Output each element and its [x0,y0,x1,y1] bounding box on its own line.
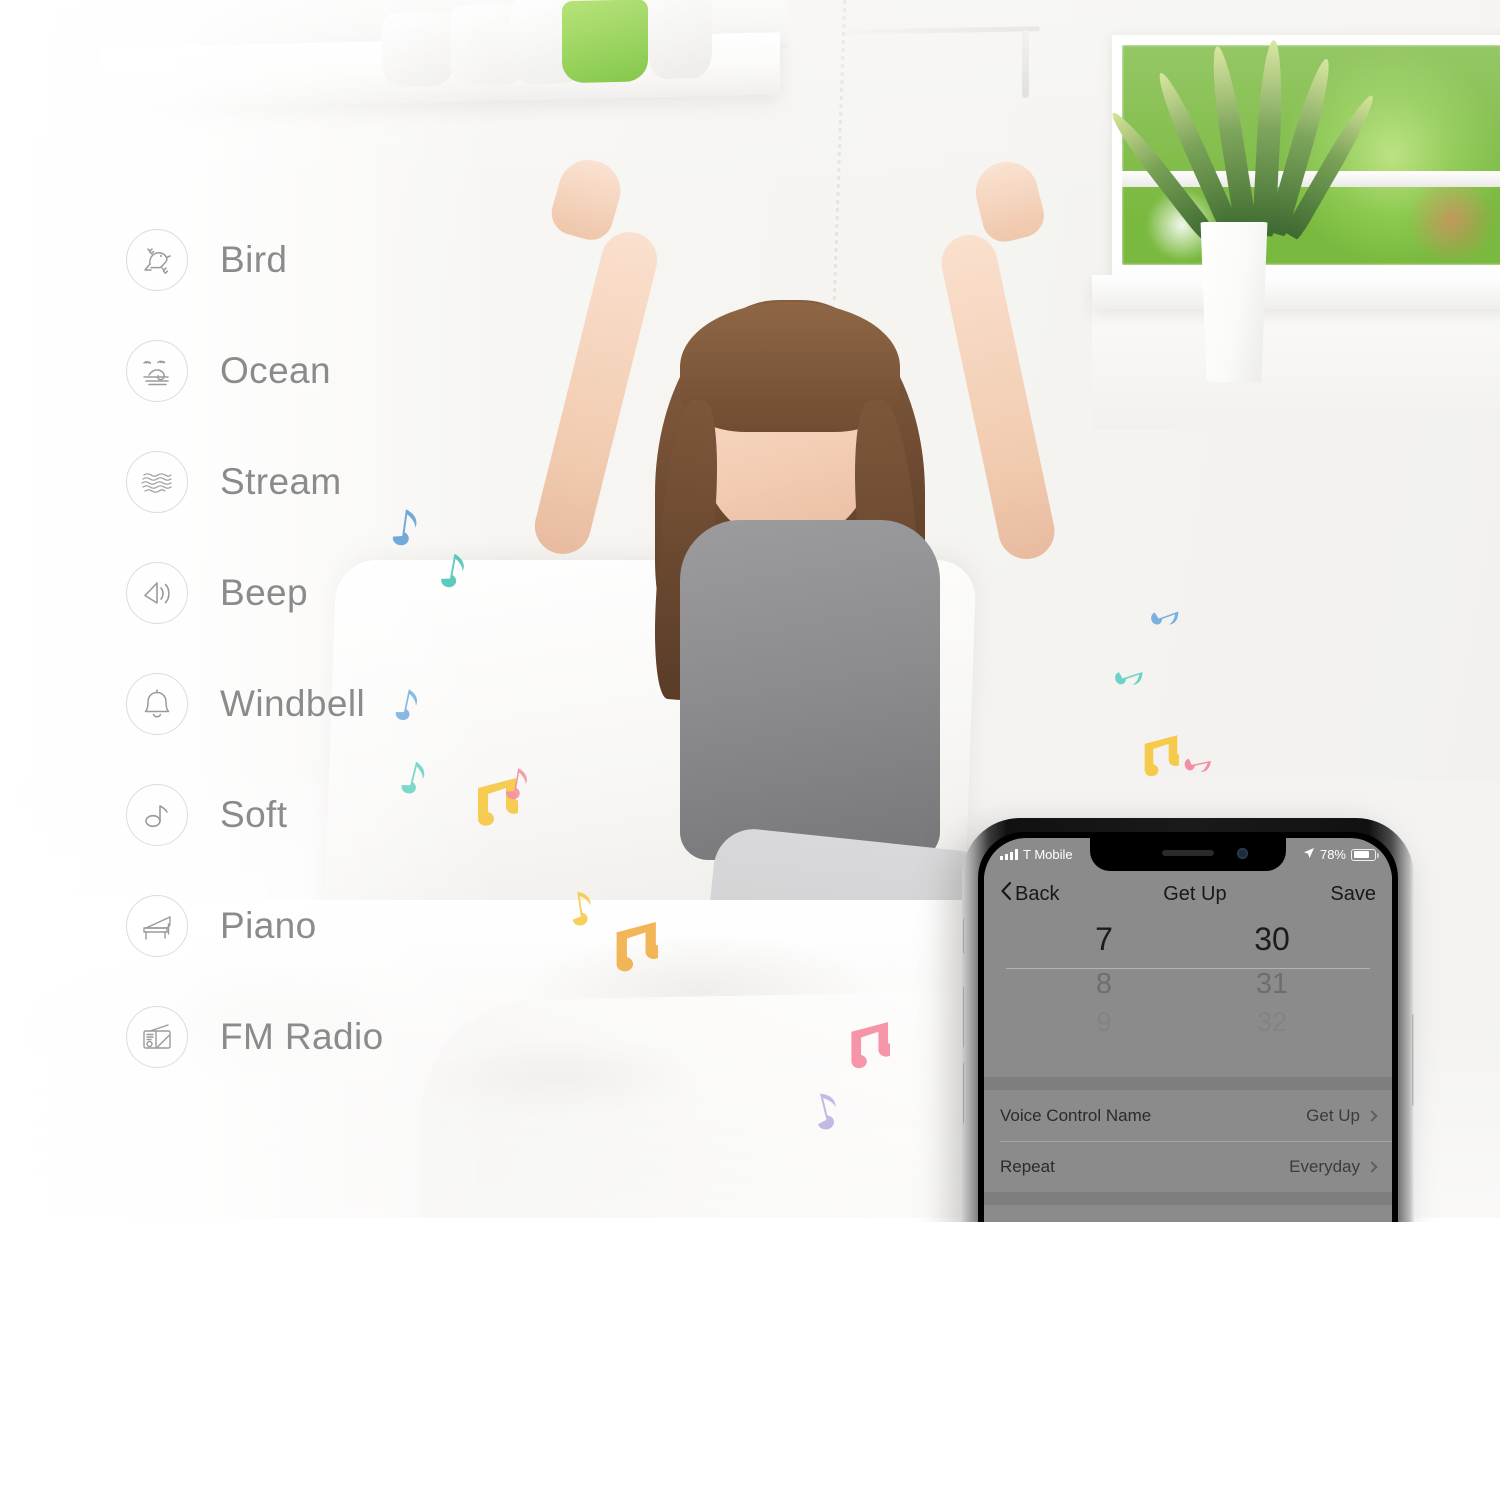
shelf-green-cup [562,0,648,84]
sound-item-label: Windbell [220,682,366,724]
row-value: Get Up [1306,1105,1360,1125]
ocean-icon [126,339,188,402]
wheel-selection-line [1006,968,1370,969]
chevron-right-icon [1366,1160,1378,1173]
signal-bars-icon [1000,849,1018,860]
music-note-icon [126,783,188,846]
hour-next: 8 [1095,968,1113,1000]
music-note-icon [1178,748,1214,780]
music-note-icon [810,1092,840,1136]
double-music-note-icon [1131,735,1179,787]
row-voice-control-name[interactable]: Voice Control Name Get Up [984,1090,1392,1141]
double-music-note-icon [600,922,658,984]
torso [680,520,940,860]
sound-item-label: Beep [220,571,309,613]
cord-holder [1022,30,1029,98]
right-arm [936,229,1060,565]
section-spacer [984,1077,1392,1090]
volume-up-button[interactable] [962,986,964,1048]
radio-icon [126,1005,188,1068]
section-spacer [984,1192,1392,1205]
sound-item-label: Ocean [220,349,332,391]
carrier-label: T Mobile [1023,847,1073,862]
volume-down-button[interactable] [962,1062,964,1124]
battery-percent-label: 78% [1319,847,1346,862]
sound-item-label: Soft [220,793,288,835]
plant-pot [1200,222,1268,382]
product-feature-image: Bird Ocean Stream Beep Windbell Soft Pia… [0,0,1500,1500]
status-bar: T Mobile 78% [984,838,1392,871]
double-music-note-icon [836,1022,890,1080]
music-note-icon [566,890,594,932]
sound-item-windbell: Windbell [126,648,546,759]
minute-selected: 30 [1254,921,1290,957]
window-glass [1122,45,1500,265]
sound-item-ocean: Ocean [126,315,546,426]
speaker-beep-icon [126,561,188,624]
back-label: Back [1015,882,1060,905]
music-note-icon [1107,660,1147,694]
power-button[interactable] [1412,1014,1414,1106]
sound-item-label: Stream [220,460,342,502]
minute-next2: 32 [1256,1007,1288,1037]
sound-item-label: Bird [220,238,288,280]
bird-icon [126,228,188,291]
window-sill [1092,275,1500,309]
feature-banner: 7 Alarm Sounds With FM Radio Wake up wit… [0,1222,1500,1500]
sound-item-piano: Piano [126,870,546,981]
mute-switch[interactable] [962,918,964,954]
hour-selected: 7 [1095,921,1113,957]
chevron-left-icon [1000,881,1012,907]
alarm-sound-list: Bird Ocean Stream Beep Windbell Soft Pia… [126,204,546,1092]
row-label: Repeat [1000,1156,1055,1176]
nav-bar: Back Get Up Save [984,871,1392,917]
sound-item-soft: Soft [126,759,546,870]
time-picker-wheel[interactable]: 7 8 9 30 31 32 [984,917,1392,1077]
music-note-icon [1143,600,1183,634]
minute-next: 31 [1255,968,1289,1000]
sound-item-fm-radio: FM Radio [126,981,546,1092]
shelf-cup [648,0,712,80]
chevron-right-icon [1366,1109,1378,1122]
stream-icon [126,450,188,513]
hour-next2: 9 [1096,1007,1112,1037]
row-repeat[interactable]: Repeat Everyday [984,1141,1392,1192]
piano-icon [126,894,188,957]
battery-icon [1351,848,1379,861]
sound-item-label: FM Radio [220,1015,384,1057]
sound-item-beep: Beep [126,537,546,648]
sound-item-label: Piano [220,904,317,946]
row-label: Voice Control Name [1000,1105,1152,1125]
location-arrow-icon [1303,847,1315,862]
page-title: Get Up [1163,882,1227,905]
back-button[interactable]: Back [1000,881,1059,907]
sound-item-bird: Bird [126,204,546,315]
shelf-cup [382,11,454,88]
window-wall [1092,300,1500,430]
sound-item-stream: Stream [126,426,546,537]
bell-icon [126,672,188,735]
save-button[interactable]: Save [1330,883,1376,906]
row-value: Everyday [1289,1156,1360,1176]
